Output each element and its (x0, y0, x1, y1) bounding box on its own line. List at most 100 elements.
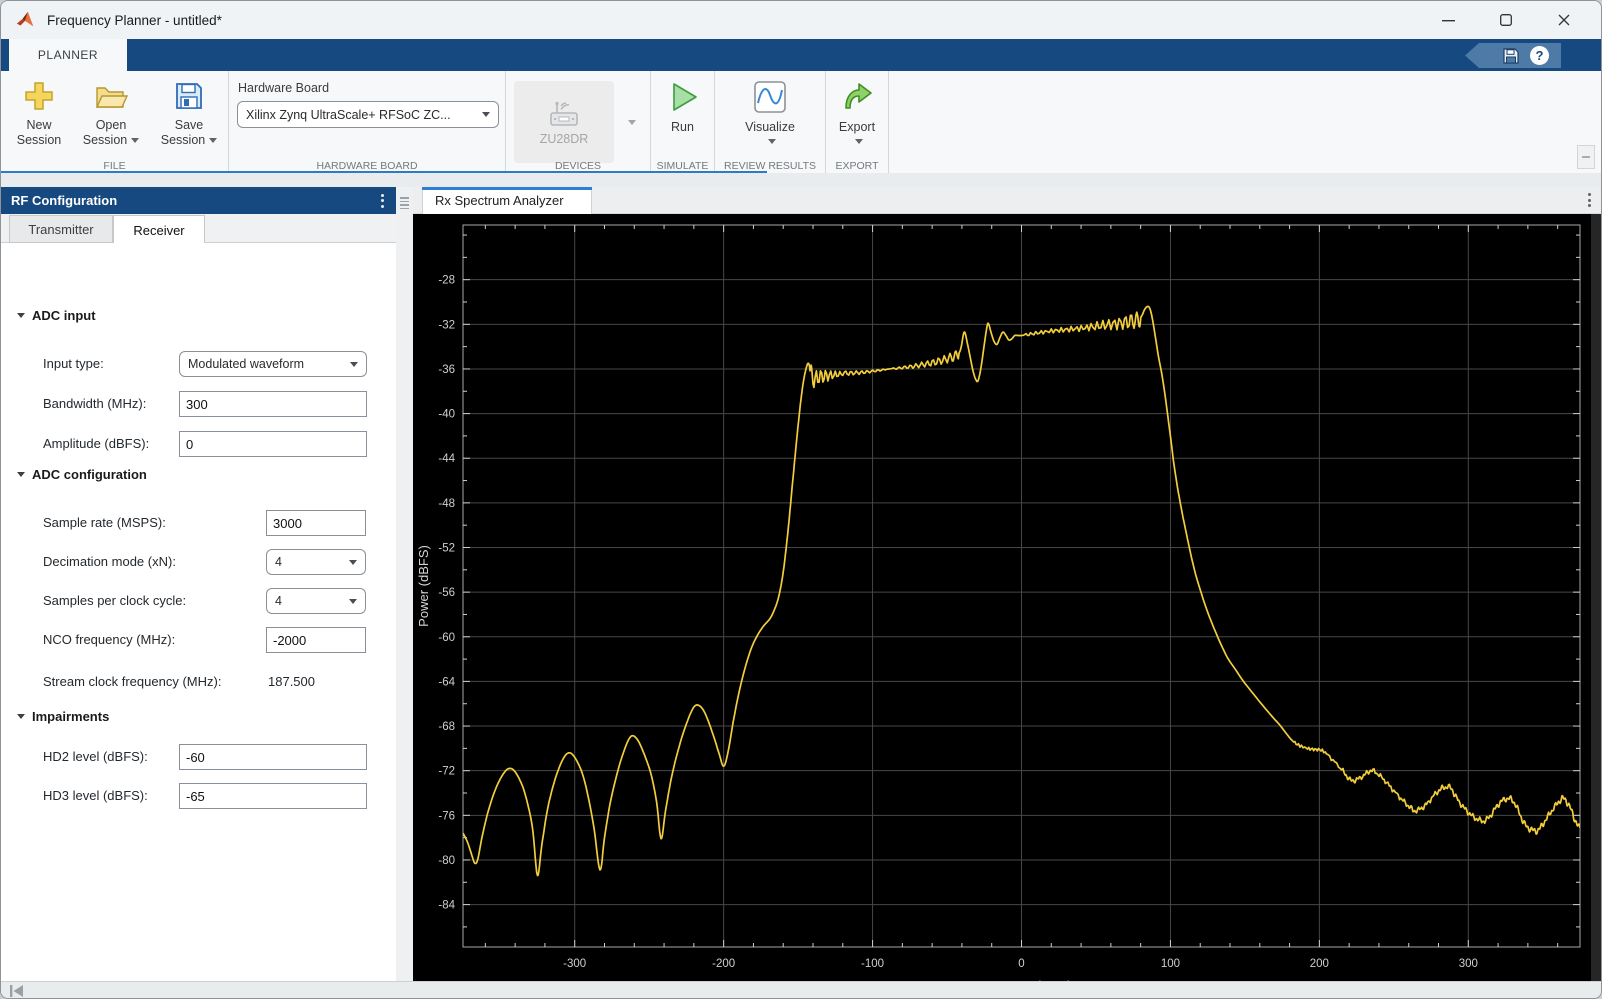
title-bar: Frequency Planner - untitled* (1, 1, 1601, 39)
quick-access-bar: ? (1465, 43, 1561, 68)
ribbon-section-simulate: Run SIMULATE (651, 71, 715, 173)
input-type-dropdown[interactable]: Modulated waveform (179, 351, 367, 377)
decimation-mode-value: 4 (275, 555, 282, 569)
samples-per-clock-label: Samples per clock cycle: (43, 593, 187, 608)
save-session-dropdown-icon[interactable] (209, 138, 218, 144)
new-session-label-line1: New (26, 118, 52, 132)
svg-text:-32: -32 (438, 319, 455, 331)
new-session-label-line2: Session (16, 133, 62, 147)
help-icon[interactable]: ? (1530, 46, 1549, 65)
svg-text:-64: -64 (438, 676, 455, 688)
device-radio-icon (550, 101, 578, 126)
maximize-icon (1500, 14, 1512, 26)
close-icon (1558, 14, 1570, 26)
device-dropdown-icon (628, 119, 636, 125)
main-area: RF Configuration Transmitter Receiver AD… (1, 173, 1601, 981)
hardware-board-combo-value: Xilinx Zynq UltraScale+ RFSoC ZC... (246, 107, 451, 122)
svg-text:-44: -44 (438, 453, 455, 465)
tab-receiver[interactable]: Receiver (113, 215, 205, 244)
document-menu-icon[interactable] (1588, 193, 1591, 207)
collapse-triangle-icon (17, 714, 25, 719)
run-icon (672, 83, 697, 111)
svg-text:-76: -76 (438, 810, 455, 822)
ribbon-overflow-button[interactable] (1577, 145, 1595, 169)
svg-text:100: 100 (1161, 958, 1180, 970)
new-session-button[interactable]: New Session (7, 71, 71, 148)
device-zu28dr-label: ZU28DR (539, 131, 589, 146)
hardware-board-field-label: Hardware Board (238, 81, 330, 95)
export-button[interactable]: Export (826, 71, 888, 144)
open-session-button[interactable]: Open Session (71, 71, 151, 148)
decimation-mode-dropdown[interactable]: 4 (266, 549, 366, 575)
svg-text:Power (dBFS): Power (dBFS) (416, 545, 431, 627)
open-session-dropdown-icon[interactable] (131, 138, 140, 144)
section-header-adc-input[interactable]: ADC input (17, 308, 96, 323)
open-session-label-line1: Open (95, 118, 127, 132)
ribbon-section-hardware-board: Hardware Board Xilinx Zynq UltraScale+ R… (229, 71, 506, 173)
close-button[interactable] (1535, 1, 1593, 39)
device-zu28dr-button[interactable]: ZU28DR (514, 81, 614, 163)
svg-text:-84: -84 (438, 900, 455, 912)
stream-clock-value: 187.500 (268, 674, 315, 689)
svg-text:-36: -36 (438, 364, 455, 376)
svg-text:-200: -200 (712, 958, 735, 970)
svg-text:-48: -48 (438, 498, 455, 510)
section-header-impairments[interactable]: Impairments (17, 709, 109, 724)
visualize-button[interactable]: Visualize (715, 71, 825, 144)
collapse-triangle-icon (17, 313, 25, 318)
ribbon-section-export: Export EXPORT (826, 71, 889, 173)
svg-text:-60: -60 (438, 632, 455, 644)
config-body: ADC input Input type: Modulated waveform… (1, 243, 396, 981)
section-header-adc-configuration[interactable]: ADC configuration (17, 467, 147, 482)
nco-frequency-input[interactable] (266, 627, 366, 653)
section-title: ADC input (32, 308, 96, 323)
panel-splitter[interactable] (396, 187, 413, 981)
splitter-grip-icon (400, 197, 409, 209)
hardware-board-combo[interactable]: Xilinx Zynq UltraScale+ RFSoC ZC... (237, 101, 499, 128)
spectrum-plot-area: -300 -200 -100 0 100 200 300 -28 -32 -36 -40 -44 -48… (413, 214, 1601, 981)
svg-text:0: 0 (1018, 958, 1024, 970)
ribbon-section-file: New Session Open Session Save Session FI… (1, 71, 229, 173)
new-session-plus-icon (25, 82, 53, 110)
minimize-icon (1441, 19, 1455, 21)
tab-transmitter[interactable]: Transmitter (9, 215, 113, 243)
scroll-gutter[interactable] (1591, 214, 1601, 981)
sample-rate-input[interactable] (266, 510, 366, 536)
bandwidth-input[interactable] (179, 391, 367, 417)
document-panel: Rx Spectrum Analyzer -300 -200 -100 0 100 200… (413, 187, 1601, 981)
save-session-button[interactable]: Save Session (151, 71, 227, 148)
device-dropdown-button[interactable] (618, 81, 646, 163)
export-dropdown-icon[interactable] (855, 139, 863, 144)
input-type-label: Input type: (43, 356, 104, 371)
quick-save-icon[interactable] (1502, 47, 1520, 65)
save-session-label-line2: Session (160, 133, 206, 147)
panel-title: RF Configuration (11, 193, 118, 208)
tab-planner[interactable]: PLANNER (9, 39, 127, 71)
export-arrow-icon (845, 83, 872, 109)
visualize-dropdown-icon[interactable] (768, 139, 776, 144)
minimize-button[interactable] (1419, 1, 1477, 39)
maximize-button[interactable] (1477, 1, 1535, 39)
input-type-dropdown-arrow-icon (350, 361, 358, 367)
svg-text:-100: -100 (861, 958, 884, 970)
samples-per-clock-arrow-icon (349, 598, 357, 604)
matlab-logo-icon (16, 11, 34, 27)
document-tab-bar: Rx Spectrum Analyzer (413, 187, 1601, 214)
samples-per-clock-dropdown[interactable]: 4 (266, 588, 366, 614)
svg-text:-80: -80 (438, 855, 455, 867)
run-button[interactable]: Run (651, 71, 714, 135)
ribbon-overflow-icon (1582, 156, 1590, 158)
decimation-dropdown-arrow-icon (349, 559, 357, 565)
panel-menu-icon[interactable] (381, 193, 384, 208)
hd3-level-input[interactable] (179, 783, 367, 809)
hd2-level-input[interactable] (179, 744, 367, 770)
hardware-board-combo-arrow-icon (482, 112, 490, 117)
ribbon-section-review-results: Visualize REVIEW RESULTS (715, 71, 826, 173)
skip-to-start-icon[interactable] (9, 985, 25, 997)
amplitude-input[interactable] (179, 431, 367, 457)
ribbon-section-devices: ZU28DR DEVICES (506, 71, 651, 173)
spectrum-plot: -300 -200 -100 0 100 200 300 -28 -32 -36 -40 -44 -48… (413, 214, 1601, 981)
hd2-level-label: HD2 level (dBFS): (43, 749, 148, 764)
export-label: Export (838, 120, 876, 134)
tab-rx-spectrum-analyzer[interactable]: Rx Spectrum Analyzer (422, 187, 592, 214)
